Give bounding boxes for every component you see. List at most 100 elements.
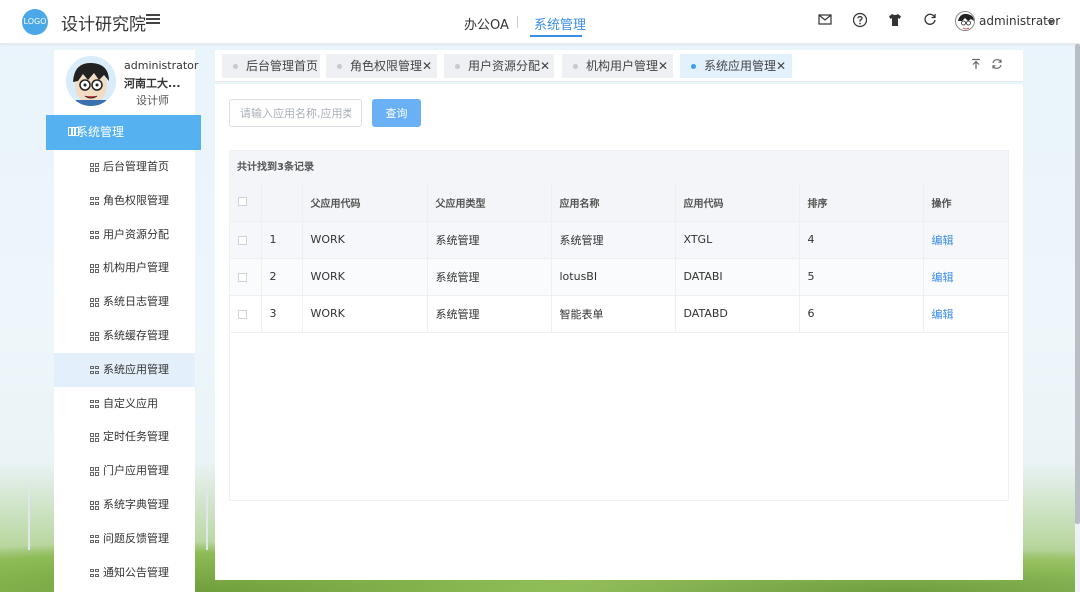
sidebar-item[interactable]: 问题反馈管理 — [54, 522, 195, 556]
cell-parent-code: WORK — [302, 295, 428, 333]
nav-item-oa[interactable]: 办公OA — [464, 14, 509, 33]
cell-index: 2 — [261, 258, 303, 296]
sidebar: administrator 河南工大... 设计师 系统管理 后台管理首页 角色权… — [46, 50, 201, 592]
edit-link[interactable]: 编辑 — [932, 234, 954, 247]
tab-role-permission[interactable]: 角色权限管理✕ — [326, 54, 437, 78]
search-input[interactable] — [229, 99, 362, 127]
grid-icon — [90, 568, 99, 578]
row-checkbox[interactable] — [238, 309, 247, 319]
sidebar-section-label: 系统管理 — [76, 125, 125, 139]
select-all-header — [230, 184, 262, 222]
nav-item-system[interactable]: 系统管理 — [534, 14, 586, 33]
sidebar-item[interactable]: 门户应用管理 — [54, 454, 195, 488]
tab-dot-icon — [337, 64, 342, 69]
sidebar-item-label: 系统字典管理 — [103, 498, 169, 511]
cell-action: 编辑 — [923, 258, 1008, 296]
cell-index: 1 — [261, 221, 303, 259]
sidebar-item[interactable]: 自定义应用 — [54, 387, 195, 421]
sidebar-item[interactable]: 系统日志管理 — [54, 285, 195, 319]
mail-icon[interactable] — [816, 12, 834, 30]
sidebar-item-label: 用户资源分配 — [103, 227, 169, 241]
chevron-down-icon — [1047, 20, 1055, 24]
menu-toggle-icon[interactable] — [146, 12, 160, 26]
sidebar-item-label: 系统缓存管理 — [103, 329, 169, 342]
edit-link[interactable]: 编辑 — [932, 271, 954, 284]
sidebar-item[interactable]: 用户资源分配 — [54, 218, 195, 252]
tab-label: 机构用户管理✕ — [586, 59, 669, 73]
sidebar-item[interactable]: 通知公告管理 — [54, 556, 195, 590]
cell-parent-type: 系统管理 — [427, 221, 552, 259]
sidebar-section-system[interactable]: 系统管理 — [46, 115, 201, 150]
tshirt-icon[interactable] — [886, 12, 904, 30]
cell-code: DATABI — [675, 258, 800, 296]
table-row: 1 WORK 系统管理 系统管理 XTGL 4 编辑 — [230, 221, 1008, 259]
sidebar-item[interactable]: 机构用户管理 — [54, 251, 195, 285]
profile-role: 设计师 — [136, 94, 169, 107]
cell-name: lotusBI — [551, 258, 676, 296]
row-select-cell — [230, 295, 262, 333]
tab-label: 后台管理首页 — [246, 59, 319, 73]
page-scrollbar-thumb[interactable] — [1075, 44, 1080, 524]
help-icon[interactable] — [851, 12, 869, 30]
grid-icon — [90, 264, 99, 273]
sidebar-item[interactable]: 系统应用管理 — [54, 352, 195, 387]
row-select-cell — [230, 258, 262, 296]
table-row: 2 WORK 系统管理 lotusBI DATABI 5 编辑 — [230, 258, 1008, 296]
tab-dot-icon — [455, 64, 460, 69]
nav-separator — [517, 16, 518, 28]
grid-icon — [90, 433, 99, 442]
sidebar-item[interactable]: 角色权限管理 — [54, 184, 195, 218]
sidebar-item[interactable]: 定时任务管理 — [54, 420, 195, 454]
parent-type-header: 父应用类型 — [427, 184, 552, 222]
tab-dot-icon — [233, 64, 238, 69]
app-table: 共计找到3条记录 父应用代码 父应用类型 应用名称 应用代码 排序 操作 1 WO… — [229, 150, 1009, 501]
tab-org-user[interactable]: 机构用户管理✕ — [562, 54, 673, 78]
reload-tab-icon[interactable] — [990, 58, 1004, 72]
sidebar-item[interactable]: 后台管理首页 — [54, 150, 195, 184]
cell-parent-code: WORK — [302, 221, 428, 259]
avatar — [955, 11, 975, 31]
app-name-header: 应用名称 — [551, 184, 676, 222]
profile-avatar — [66, 56, 116, 106]
app-title: 设计研究院 — [61, 15, 146, 35]
refresh-icon[interactable] — [921, 12, 939, 30]
grid-icon — [90, 501, 99, 510]
row-checkbox[interactable] — [238, 272, 247, 282]
tab-admin-home[interactable]: 后台管理首页 — [222, 54, 320, 78]
row-checkbox[interactable] — [238, 235, 247, 245]
tab-user-resource[interactable]: 用户资源分配✕ — [444, 54, 554, 78]
sidebar-item-label: 自定义应用 — [103, 396, 158, 410]
grid-icon — [90, 298, 99, 307]
grid-icon — [90, 230, 99, 240]
edit-link[interactable]: 编辑 — [932, 308, 954, 321]
sidebar-item[interactable]: 系统缓存管理 — [54, 319, 195, 353]
cell-name: 智能表单 — [551, 295, 676, 333]
app-logo: LOGO — [22, 9, 48, 35]
cell-code: XTGL — [675, 221, 800, 259]
sidebar-item-label: 机构用户管理 — [103, 261, 169, 275]
query-button[interactable]: 查询 — [372, 99, 421, 127]
tab-system-app[interactable]: 系统应用管理✕ — [680, 54, 792, 78]
cell-action: 编辑 — [923, 295, 1008, 333]
sidebar-item-label: 问题反馈管理 — [103, 531, 169, 545]
sidebar-item[interactable]: 系统字典管理 — [54, 488, 195, 522]
select-all-checkbox[interactable] — [238, 197, 247, 207]
cell-index: 3 — [261, 295, 303, 333]
sidebar-item-label: 门户应用管理 — [103, 464, 169, 478]
grid-icon — [90, 332, 99, 341]
data-table: 父应用代码 父应用类型 应用名称 应用代码 排序 操作 1 WORK 系统管理 系统管… — [230, 184, 1008, 333]
tab-label: 角色权限管理✕ — [350, 59, 433, 73]
actions-header: 操作 — [923, 184, 1008, 222]
user-profile-card: administrator 河南工大... 设计师 — [54, 50, 198, 116]
order-header: 排序 — [799, 184, 924, 222]
tab-label: 系统应用管理✕ — [704, 59, 787, 73]
cell-action: 编辑 — [923, 221, 1008, 259]
windmill-decoration — [28, 480, 30, 550]
cell-order: 6 — [799, 295, 924, 333]
tab-dot-icon — [573, 64, 578, 69]
top-header: LOGO 设计研究院 办公OA 系统管理 administrator — [0, 0, 1080, 44]
tab-label: 用户资源分配✕ — [468, 59, 551, 73]
parent-code-header: 父应用代码 — [302, 184, 428, 222]
collapse-up-icon[interactable] — [969, 58, 983, 72]
cell-parent-code: WORK — [302, 258, 428, 296]
